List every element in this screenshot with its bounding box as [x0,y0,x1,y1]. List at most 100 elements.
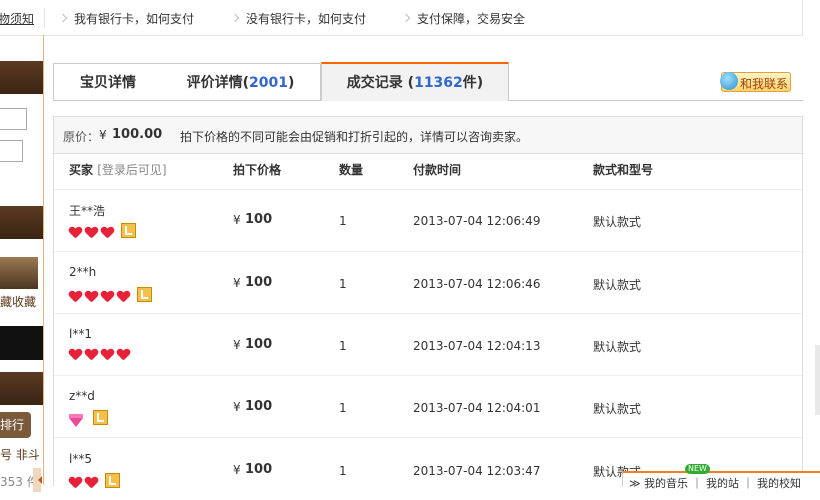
music-bar-text[interactable]: ≫ 我的音乐 ｜ 我的站 ｜ 我的校知 [629,475,801,491]
currency-symbol: ¥ [99,128,107,142]
table-row: l**1 ¥ 100 1 2013-07-04 12:04:13 默认款式 [54,313,802,376]
deal-price: 100 [245,462,273,477]
quantity: 1 [339,214,347,228]
purchase-notice-label: 购物须知 [0,12,35,26]
buyer-credit [69,410,108,429]
col-pay-time: 付款时间 [413,163,462,177]
heart-icon [117,349,130,361]
col-price: 拍下价格 [233,163,282,177]
tab-transactions[interactable]: 成交记录 (11362件) [321,62,509,101]
quantity: 1 [339,277,347,291]
new-badge: NEW [685,464,710,474]
tab-label-suffix: ) [287,75,295,91]
diamond-icon [69,414,83,427]
quantity: 1 [339,401,347,415]
col-buyer-label: 买家 [69,163,94,177]
tab-item-details[interactable]: 宝贝详情 [53,63,163,100]
notice-bar: 购物须知 我有银行卡，如何支付 没有银行卡，如何支付 支付保障，交易安全 [0,0,803,36]
currency-symbol: ¥ [233,213,241,227]
vip-badge-icon [121,223,136,238]
currency-symbol: ¥ [233,276,241,290]
price-info-bar: 原价： ¥ 100.00 拍下价格的不同可能会由促销和打折引起的，详情可以咨询卖… [54,117,802,154]
table-row: 王**浩 ¥ 100 1 2013-07-04 12:06:49 默认款式 [54,189,802,252]
transaction-count: 11362 [414,75,463,91]
tab-reviews[interactable]: 评价详情(2001) [161,63,321,100]
style-model: 默认款式 [593,340,642,354]
tab-label: 宝贝详情 [80,75,136,91]
collect-link[interactable]: 藏收藏 [0,293,43,310]
no-bank-card-pay-label: 没有银行卡，如何支付 [246,12,367,26]
pay-time: 2013-07-04 12:04:13 [413,339,541,353]
shop-sidebar: 藏收藏 排行 号 非斗 353 件 [0,35,44,492]
shop-thumbnail[interactable] [0,257,38,289]
pay-time: 2013-07-04 12:04:01 [413,401,541,415]
col-style: 款式和型号 [593,163,654,177]
sidebar-collapse-icon[interactable] [33,468,42,492]
quantity: 1 [339,339,347,353]
chevron-right-icon [58,13,68,23]
login-required-note[interactable]: [登录后可见] [97,163,166,177]
bank-card-pay-label: 我有银行卡，如何支付 [74,12,195,26]
tab-label: 评价详情( [186,75,250,91]
transaction-panel: 原价： ¥ 100.00 拍下价格的不同可能会由促销和打折引起的，详情可以咨询卖… [53,116,803,488]
heart-icon [117,291,130,303]
sidebar-header [0,61,43,94]
pay-time: 2013-07-04 12:06:49 [413,214,541,228]
vip-badge-icon [93,410,108,425]
heart-icon [101,291,114,303]
price-note: 拍下价格的不同可能会由促销和打折引起的，详情可以咨询卖家。 [180,130,529,144]
bank-card-pay-link[interactable]: 我有银行卡，如何支付 [58,10,195,27]
heart-icon [85,349,98,361]
currency-symbol: ¥ [233,400,241,414]
style-model: 默认款式 [593,402,642,416]
style-model: 默认款式 [593,215,642,229]
smiley-icon [720,72,738,90]
pay-time: 2013-07-04 12:06:46 [413,277,541,291]
original-price-label: 原价： [63,130,100,144]
buyer-credit [69,287,152,306]
purchase-notice-link[interactable]: 购物须知 [0,10,34,27]
no-bank-card-pay-link[interactable]: 没有银行卡，如何支付 [230,10,367,27]
table-row: 2**h ¥ 100 1 2013-07-04 12:06:46 默认款式 [54,251,802,314]
buyer-name: 王**浩 [69,204,106,218]
ranking-tab[interactable]: 排行 [0,412,31,438]
deal-price: 100 [245,399,273,414]
review-count: 2001 [249,75,288,91]
tab-label-suffix: 件) [462,75,484,91]
heart-icon [69,349,82,361]
buyer-credit [69,473,120,492]
heart-icon [69,291,82,303]
divider [44,8,45,28]
heart-icon [101,349,114,361]
price-max-input[interactable] [0,140,23,162]
buyer-name: l**5 [69,452,92,466]
chevron-right-icon [230,13,240,23]
vip-badge-icon [137,287,152,302]
col-buyer: 买家 [登录后可见] [69,161,167,178]
contact-me-label: 和我联系 [740,77,789,91]
deal-price: 100 [245,337,273,352]
buyer-credit [69,349,133,364]
payment-security-link[interactable]: 支付保障，交易安全 [401,10,526,27]
currency-symbol: ¥ [233,463,241,477]
buyer-name: l**1 [69,327,92,341]
promo-banner[interactable] [0,326,43,360]
currency-symbol: ¥ [233,338,241,352]
quantity: 1 [339,464,347,478]
contact-me-button[interactable]: 和我联系 [720,72,791,92]
heart-icon [69,477,82,489]
style-model: 默认款式 [593,278,642,292]
original-price: 100.00 [112,127,163,142]
payment-security-label: 支付保障，交易安全 [417,12,526,26]
deal-price: 100 [245,275,273,290]
buyer-name: 2**h [69,265,97,279]
table-row: z**d ¥ 100 1 2013-07-04 12:04:01 默认款式 [54,375,802,438]
tab-label: 成交记录 ( [346,75,415,91]
sidebar-header [0,372,43,405]
sidebar-header [0,206,43,239]
col-quantity: 数量 [339,163,364,177]
price-min-input[interactable] [0,108,27,130]
scrollbar[interactable] [815,345,820,415]
heart-icon [101,227,114,239]
sidebar-text-fragment: 号 非斗 [0,448,40,462]
